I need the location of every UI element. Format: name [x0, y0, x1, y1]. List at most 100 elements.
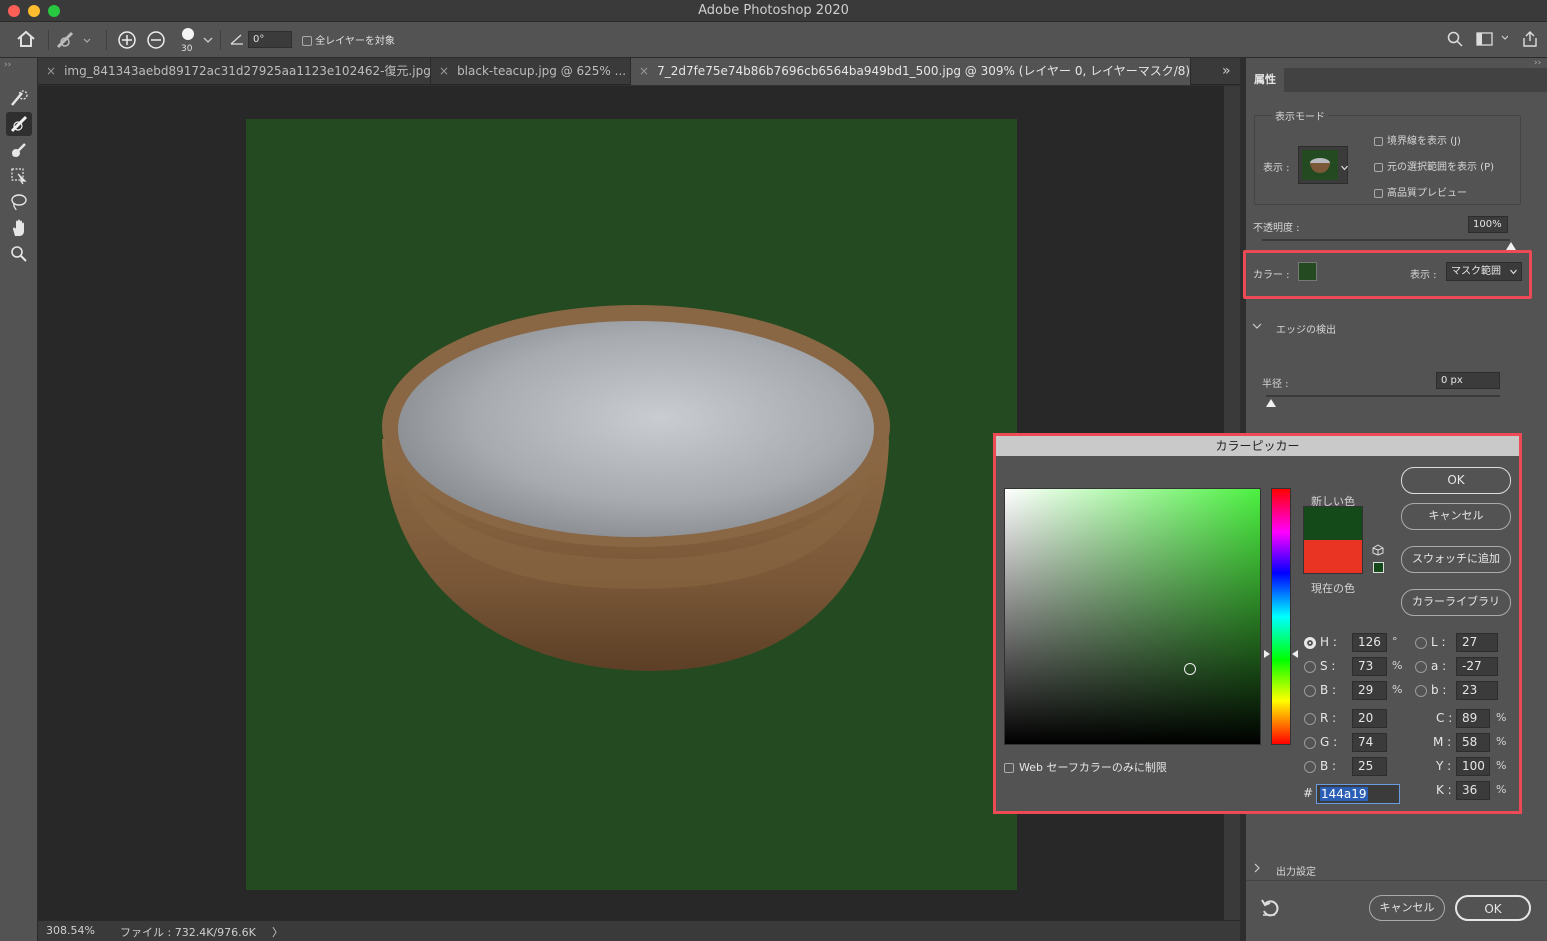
checkbox-icon[interactable] [1374, 162, 1383, 172]
radius-slider-thumb[interactable] [1266, 399, 1276, 407]
green-input[interactable]: 74 [1352, 733, 1387, 752]
saturation-brightness-field[interactable] [1004, 488, 1261, 745]
home-icon[interactable] [16, 30, 36, 51]
saturation-radio[interactable] [1304, 661, 1316, 673]
collapse-panel-icon[interactable]: ›› [1534, 58, 1541, 68]
hue-radio[interactable] [1304, 637, 1316, 649]
hue-slider-right-arrow-icon[interactable] [1292, 650, 1298, 658]
lasso-tool-icon[interactable] [6, 190, 32, 214]
blue-radio[interactable] [1304, 761, 1316, 773]
blue-input[interactable]: 25 [1352, 757, 1387, 776]
zoom-tool-icon[interactable] [6, 242, 32, 266]
color-marker[interactable] [1184, 663, 1196, 675]
hue-input[interactable]: 126 [1352, 633, 1387, 652]
subtract-mode-icon[interactable] [146, 30, 166, 53]
checkbox-icon[interactable] [1004, 763, 1014, 773]
web-safe-checkbox[interactable]: Web セーフカラーのみに制限 [1004, 759, 1167, 775]
edge-detection-section[interactable]: エッジの検出 [1276, 321, 1336, 336]
brightness-radio[interactable] [1304, 685, 1316, 697]
refine-brush-icon[interactable] [56, 30, 92, 53]
search-icon[interactable] [1447, 31, 1463, 50]
current-color-swatch[interactable] [1303, 540, 1363, 574]
picker-ok-button[interactable]: OK [1401, 467, 1511, 494]
add-to-swatches-button[interactable]: スウォッチに追加 [1401, 546, 1511, 573]
opacity-slider-thumb[interactable] [1506, 242, 1516, 250]
chevron-down-icon[interactable] [1252, 320, 1262, 333]
hue-slider-left-arrow-icon[interactable] [1264, 650, 1270, 658]
reset-icon[interactable] [1260, 899, 1280, 920]
object-select-tool-icon[interactable] [6, 164, 32, 188]
properties-cancel-button[interactable]: キャンセル [1369, 895, 1445, 921]
web-safe-swatch-icon[interactable] [1373, 562, 1384, 573]
tab-properties[interactable]: 属性 [1246, 68, 1284, 92]
black-input[interactable]: 36 [1456, 781, 1490, 800]
magenta-label: M : [1433, 735, 1452, 749]
workspace-icon[interactable] [1476, 32, 1509, 49]
red-radio[interactable] [1304, 713, 1316, 725]
brightness-input[interactable]: 29 [1352, 681, 1387, 700]
brush-tool-icon[interactable] [6, 138, 32, 162]
angle-input[interactable]: 0° [248, 31, 292, 48]
mask-color-swatch[interactable] [1298, 262, 1317, 281]
color-libraries-button[interactable]: カラーライブラリ [1401, 589, 1511, 616]
brightness-unit: % [1392, 683, 1403, 696]
tab-overflow-icon[interactable]: » [1222, 63, 1231, 79]
show-edge-checkbox[interactable]: 境界線を表示 (J) [1374, 132, 1461, 147]
refine-edge-brush-tool-icon[interactable] [6, 112, 32, 136]
checkbox-icon[interactable] [1374, 188, 1383, 198]
lab-l-radio[interactable] [1415, 637, 1427, 649]
tab-document-2[interactable]: × black-teacup.jpg @ 625% ... [431, 58, 631, 85]
quick-select-tool-icon[interactable] [6, 86, 32, 110]
opacity-input[interactable]: 100% [1468, 216, 1508, 233]
web-safe-label: Web セーフカラーのみに制限 [1019, 761, 1167, 774]
lab-a-radio[interactable] [1415, 661, 1427, 673]
show-original-label: 元の選択範囲を表示 (P) [1387, 162, 1495, 173]
chevron-down-icon[interactable] [203, 34, 213, 47]
lab-l-input[interactable]: 27 [1456, 633, 1498, 652]
green-radio[interactable] [1304, 737, 1316, 749]
picker-cancel-button[interactable]: キャンセル [1401, 503, 1511, 530]
collapse-toolbar-icon[interactable]: ›› [4, 60, 11, 70]
lab-b-input[interactable]: 23 [1456, 681, 1498, 700]
lab-a-input[interactable]: -27 [1456, 657, 1498, 676]
properties-ok-button[interactable]: OK [1455, 895, 1531, 921]
view-thumbnail [1302, 150, 1338, 180]
display-dropdown[interactable]: マスク範囲 [1446, 262, 1522, 281]
magenta-input[interactable]: 58 [1456, 733, 1490, 752]
opacity-slider-track[interactable] [1262, 239, 1510, 241]
saturation-input[interactable]: 73 [1352, 657, 1387, 676]
share-icon[interactable] [1521, 30, 1539, 51]
divider [1246, 880, 1547, 881]
hq-preview-checkbox[interactable]: 高品質プレビュー [1374, 184, 1467, 199]
red-input[interactable]: 20 [1352, 709, 1387, 728]
close-tab-icon[interactable]: × [439, 64, 449, 78]
yellow-input[interactable]: 100 [1456, 757, 1490, 776]
chevron-down-icon [1510, 269, 1517, 275]
add-mode-icon[interactable] [117, 30, 137, 53]
close-tab-icon[interactable]: × [639, 64, 649, 78]
chevron-right-icon[interactable] [1253, 863, 1261, 876]
radius-input[interactable]: 0 px [1436, 372, 1500, 389]
checkbox-icon[interactable] [302, 36, 312, 46]
close-tab-icon[interactable]: × [46, 64, 56, 78]
status-menu-arrow[interactable]: 〉 [272, 924, 283, 940]
hue-slider[interactable] [1271, 488, 1291, 745]
gamut-warning-icon[interactable] [1372, 544, 1384, 559]
hex-input[interactable]: 144a19 [1316, 784, 1400, 804]
view-mode-dropdown[interactable] [1298, 146, 1348, 184]
zoom-level[interactable]: 308.54% [46, 924, 95, 937]
lab-b-radio[interactable] [1415, 685, 1427, 697]
hue-label: H : [1320, 635, 1337, 649]
cyan-input[interactable]: 89 [1456, 709, 1490, 728]
tab-document-3[interactable]: × 7_2d7fe75e74b86b7696cb6564ba949bd1_500.… [631, 58, 1191, 85]
hand-tool-icon[interactable] [6, 216, 32, 240]
all-layers-checkbox[interactable]: 全レイヤーを対象 [302, 32, 395, 47]
checkbox-icon[interactable] [1374, 136, 1383, 146]
chevron-down-icon[interactable] [1341, 161, 1348, 174]
output-settings-section[interactable]: 出力設定 [1276, 863, 1316, 878]
tab-document-1[interactable]: × img_841343aebd89172ac31d27925aa1123e102… [38, 58, 431, 85]
show-original-checkbox[interactable]: 元の選択範囲を表示 (P) [1374, 158, 1494, 173]
document-canvas[interactable] [246, 119, 1017, 890]
status-bar: 308.54% ファイル : 732.4K/976.6K 〉 [38, 920, 1240, 941]
radius-slider-track[interactable] [1266, 395, 1500, 397]
